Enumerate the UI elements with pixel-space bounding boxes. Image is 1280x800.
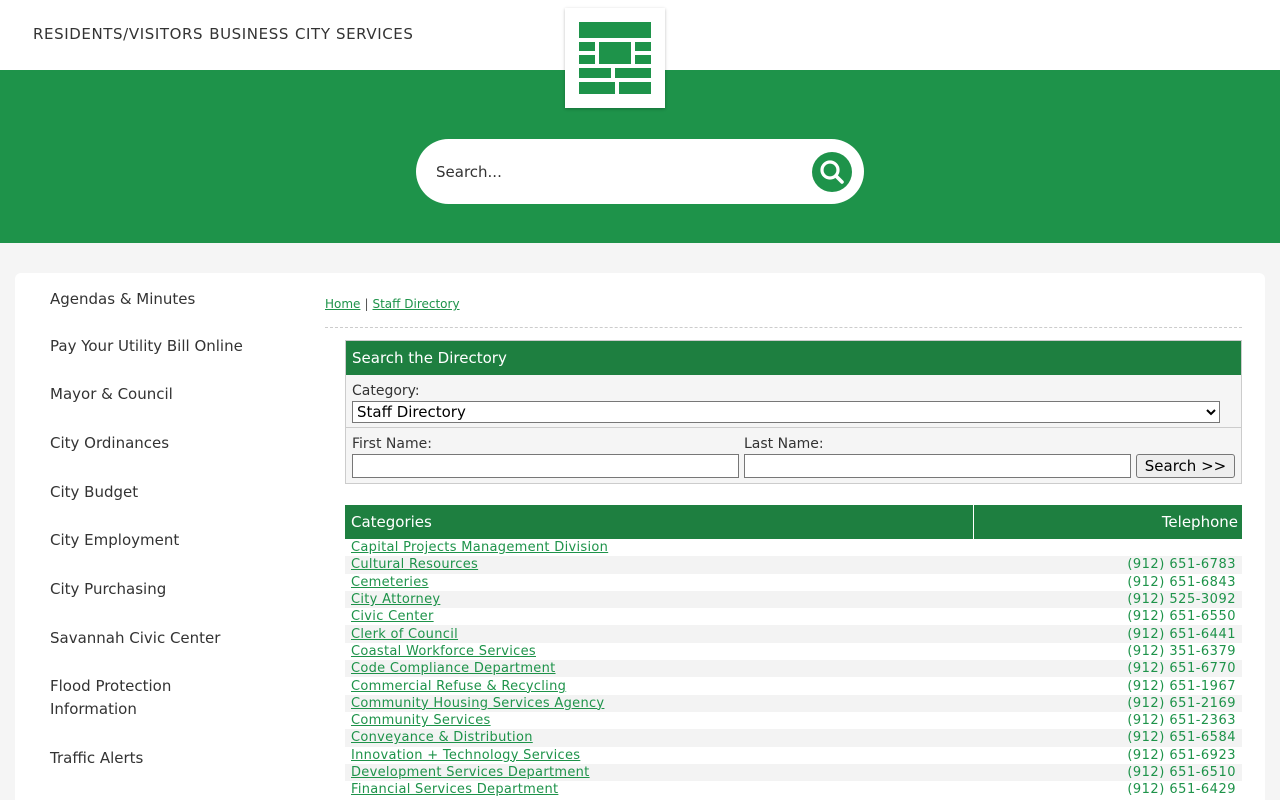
logo-icon xyxy=(579,22,651,94)
directory-search-panel: Search the Directory Category: Staff Dir… xyxy=(345,340,1242,484)
site-search xyxy=(416,139,864,204)
phone-number: (912) 651-6550 xyxy=(1127,609,1236,625)
phone-number: (912) 525-3092 xyxy=(973,590,1242,609)
top-nav: RESIDENTS/VISITORS BUSINESS CITY SERVICE… xyxy=(33,25,414,43)
nav-business[interactable]: BUSINESS xyxy=(209,25,289,43)
sidebar-item-city-purchasing[interactable]: City Purchasing xyxy=(50,578,166,601)
table-row: Capital Projects Management Division xyxy=(345,539,1242,556)
table-row: Code Compliance Department (912) 651-6770 xyxy=(345,660,1242,678)
phone-number: (912) 651-6441 xyxy=(973,625,1242,643)
phone-number: (912) 351-6379 xyxy=(1127,643,1236,659)
table-row: Cultural Resources (912) 651-6783 xyxy=(345,556,1242,574)
sidebar-item-city-budget[interactable]: City Budget xyxy=(50,481,138,504)
category-link[interactable]: Cultural Resources xyxy=(351,557,478,572)
nav-city-services[interactable]: CITY SERVICES xyxy=(295,25,414,43)
category-row: Category: Staff Directory xyxy=(346,375,1241,427)
table-row: Innovation + Technology Services (912) 65… xyxy=(345,747,1242,764)
sidebar-item-flood-protection[interactable]: Flood Protection Information xyxy=(50,675,180,721)
search-icon xyxy=(820,159,844,184)
sidebar-item-mayor-council[interactable]: Mayor & Council xyxy=(50,383,173,406)
category-link[interactable]: Capital Projects Management Division xyxy=(351,540,608,555)
table-row: Financial Services Department (912) 651-6… xyxy=(345,781,1242,798)
category-link[interactable]: Conveyance & Distribution xyxy=(351,730,533,745)
category-link[interactable]: Community Services xyxy=(351,713,491,728)
phone-number xyxy=(973,539,1242,556)
last-name-label: Last Name: xyxy=(744,436,824,452)
table-row: Clerk of Council (912) 651-6441 xyxy=(345,625,1242,643)
directory-table: Categories Telephone Capital Projects Ma… xyxy=(345,505,1242,798)
table-row: Civic Center (912) 651-6550 xyxy=(345,608,1242,625)
sidebar-item-civic-center[interactable]: Savannah Civic Center xyxy=(50,627,220,650)
category-link[interactable]: Civic Center xyxy=(351,609,434,624)
last-name-group: Last Name: xyxy=(744,436,1131,478)
phone-number: (912) 651-6783 xyxy=(973,556,1242,574)
panel-title: Search the Directory xyxy=(346,341,1241,375)
table-row: Development Services Department (912) 651… xyxy=(345,763,1242,782)
sidebar-item-city-ordinances[interactable]: City Ordinances xyxy=(50,432,169,455)
category-link[interactable]: Coastal Workforce Services xyxy=(351,644,536,659)
category-select[interactable]: Staff Directory xyxy=(352,401,1220,423)
phone-number: (912) 651-1967 xyxy=(1127,678,1236,694)
phone-number: (912) 651-6770 xyxy=(973,660,1242,678)
breadcrumb-current-link[interactable]: Staff Directory xyxy=(372,297,459,311)
divider xyxy=(325,327,1242,328)
category-link[interactable]: Community Housing Services Agency xyxy=(351,696,604,711)
breadcrumb-separator: | xyxy=(364,297,369,311)
sidebar-item-pay-utility-bill[interactable]: Pay Your Utility Bill Online xyxy=(50,335,243,358)
phone-number: (912) 651-2363 xyxy=(1127,713,1236,729)
city-logo[interactable] xyxy=(565,8,665,108)
table-row: City Attorney (912) 525-3092 xyxy=(345,590,1242,609)
first-name-label: First Name: xyxy=(352,436,432,452)
categories-header: Categories xyxy=(345,505,974,539)
phone-number: (912) 651-6584 xyxy=(973,729,1242,747)
category-link[interactable]: Code Compliance Department xyxy=(351,661,556,676)
table-header-row: Categories Telephone xyxy=(345,505,1242,539)
table-row: Coastal Workforce Services (912) 351-6379 xyxy=(345,643,1242,660)
breadcrumb-home-link[interactable]: Home xyxy=(325,297,360,311)
telephone-header: Telephone xyxy=(973,505,1242,539)
phone-number: (912) 651-6429 xyxy=(1127,782,1236,798)
table-row: Commercial Refuse & Recycling (912) 651-1… xyxy=(345,677,1242,694)
category-link[interactable]: City Attorney xyxy=(351,592,440,607)
nav-residents-visitors[interactable]: RESIDENTS/VISITORS xyxy=(33,25,203,43)
category-link[interactable]: Innovation + Technology Services xyxy=(351,748,580,763)
table-row: Cemeteries (912) 651-6843 xyxy=(345,574,1242,591)
search-input[interactable] xyxy=(436,162,812,181)
breadcrumb: Home | Staff Directory xyxy=(325,297,460,311)
category-link[interactable]: Financial Services Department xyxy=(351,782,558,797)
category-link[interactable]: Cemeteries xyxy=(351,575,429,590)
first-name-group: First Name: xyxy=(352,436,739,478)
phone-number: (912) 651-6843 xyxy=(1127,574,1236,590)
sidebar-item-city-employment[interactable]: City Employment xyxy=(50,529,179,552)
sidebar-item-traffic-alerts[interactable]: Traffic Alerts xyxy=(50,747,143,770)
directory-search-button[interactable]: Search >> xyxy=(1136,454,1235,478)
category-link[interactable]: Clerk of Council xyxy=(351,627,458,642)
table-row: Community Housing Services Agency (912) 6… xyxy=(345,694,1242,712)
first-name-input[interactable] xyxy=(352,454,739,478)
category-link[interactable]: Commercial Refuse & Recycling xyxy=(351,679,566,694)
name-fields-row: First Name: Last Name: Search >> xyxy=(346,427,1241,483)
phone-number: (912) 651-2169 xyxy=(973,694,1242,712)
category-label: Category: xyxy=(352,383,420,399)
table-row: Conveyance & Distribution (912) 651-6584 xyxy=(345,729,1242,747)
search-button[interactable] xyxy=(812,151,852,192)
category-link[interactable]: Development Services Department xyxy=(351,765,590,780)
last-name-input[interactable] xyxy=(744,454,1131,478)
table-row: Community Services (912) 651-2363 xyxy=(345,712,1242,729)
phone-number: (912) 651-6923 xyxy=(1127,747,1236,763)
phone-number: (912) 651-6510 xyxy=(973,763,1242,782)
sidebar-item-agendas-minutes[interactable]: Agendas & Minutes xyxy=(50,288,195,311)
